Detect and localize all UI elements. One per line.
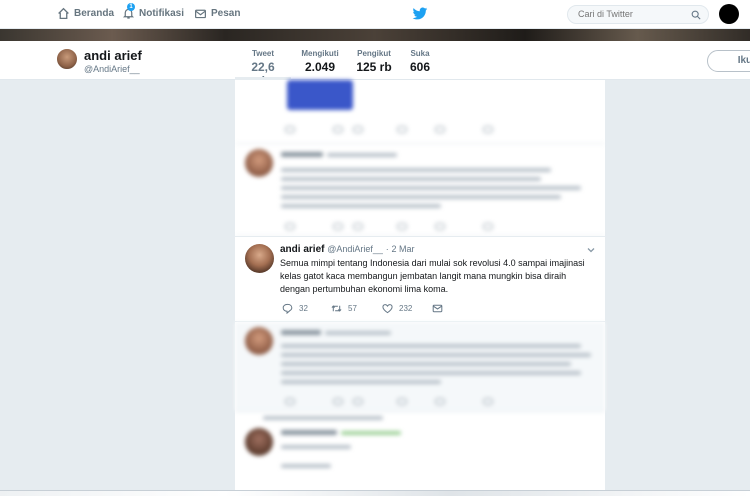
stat-likes-value: 606 [409, 60, 431, 74]
nav-notifications-label: Notifikasi [139, 8, 185, 19]
tweet-text: Semua mimpi tentang Indonesia dari mulai… [280, 258, 585, 294]
retweet-count: 57 [348, 304, 357, 313]
nav-home[interactable]: Beranda [57, 7, 114, 20]
like-count: 232 [399, 304, 413, 313]
profile-avatar[interactable] [56, 48, 78, 70]
blurred-avatar [245, 327, 273, 355]
nav-messages[interactable]: Pesan [194, 7, 240, 20]
blurred-actions [285, 223, 493, 231]
account-avatar[interactable] [719, 4, 739, 24]
search-input[interactable] [578, 9, 688, 19]
retweet-button[interactable]: 57 [331, 303, 357, 314]
blurred-tweet [235, 80, 605, 144]
tweet-author-handle[interactable]: @AndiArief__ [327, 244, 383, 254]
top-navigation: Beranda 1 Notifikasi Pesan [0, 0, 750, 29]
tweet-timeline: andi arief @AndiArief__ · 2 Mar Semua mi… [235, 80, 605, 496]
stat-followers-value: 125 rb [356, 60, 392, 74]
message-button[interactable] [432, 303, 443, 314]
profile-header-image [0, 29, 750, 41]
nav-messages-label: Pesan [211, 8, 241, 19]
search-box[interactable] [567, 5, 709, 24]
blurred-tweet [235, 144, 605, 236]
tweet-author-avatar[interactable] [245, 244, 274, 273]
reply-count: 32 [299, 304, 308, 313]
tweet-separator: · [385, 244, 389, 254]
blurred-tweet [235, 322, 605, 412]
stat-followers-label: Pengikut [357, 49, 391, 58]
tweet-author-name[interactable]: andi arief [280, 244, 324, 255]
notification-badge: 1 [127, 3, 135, 11]
envelope-icon [195, 9, 206, 19]
nav-home-label: Beranda [74, 8, 115, 19]
tweet[interactable]: andi arief @AndiArief__ · 2 Mar Semua mi… [235, 236, 605, 322]
blurred-actions [285, 398, 493, 406]
nav-notifications[interactable]: 1 Notifikasi [122, 3, 185, 20]
profile-name[interactable]: andi arief [84, 48, 142, 63]
taskbar-strip [0, 490, 750, 496]
home-icon [58, 7, 69, 20]
blurred-tweet [235, 412, 605, 496]
blurred-avatar [245, 428, 273, 456]
blurred-image [287, 80, 353, 110]
blurred-actions [285, 126, 493, 134]
stat-likes-label: Suka [410, 49, 430, 58]
profile-handle[interactable]: @AndiArief__ [84, 64, 140, 74]
stat-likes[interactable]: Suka 606 [407, 49, 433, 74]
reply-icon [282, 303, 293, 314]
stat-followers[interactable]: Pengikut 125 rb [355, 49, 393, 74]
follow-button[interactable]: Ikuti [707, 50, 750, 72]
tweet-actions: 32 57 232 [280, 303, 480, 315]
twitter-bird-icon[interactable] [412, 7, 428, 21]
blurred-avatar [245, 149, 273, 177]
stat-following[interactable]: Mengikuti 2.049 [300, 49, 340, 74]
reply-button[interactable]: 32 [282, 303, 308, 314]
profile-navigation: andi arief @AndiArief__ Tweet 22,6 rb Me… [0, 41, 750, 88]
retweet-icon [331, 305, 342, 312]
stat-following-value: 2.049 [304, 60, 336, 74]
heart-icon [382, 304, 393, 314]
tweet-date[interactable]: 2 Mar [391, 244, 414, 254]
search-icon[interactable] [691, 10, 701, 20]
bell-icon: 1 [122, 3, 135, 20]
like-button[interactable]: 232 [382, 303, 412, 314]
stat-following-label: Mengikuti [301, 49, 339, 58]
chevron-down-icon[interactable] [586, 245, 596, 255]
stat-tweets-label: Tweet [251, 49, 275, 58]
envelope-icon [432, 304, 443, 313]
tweet-header: andi arief @AndiArief__ · 2 Mar [280, 244, 415, 255]
